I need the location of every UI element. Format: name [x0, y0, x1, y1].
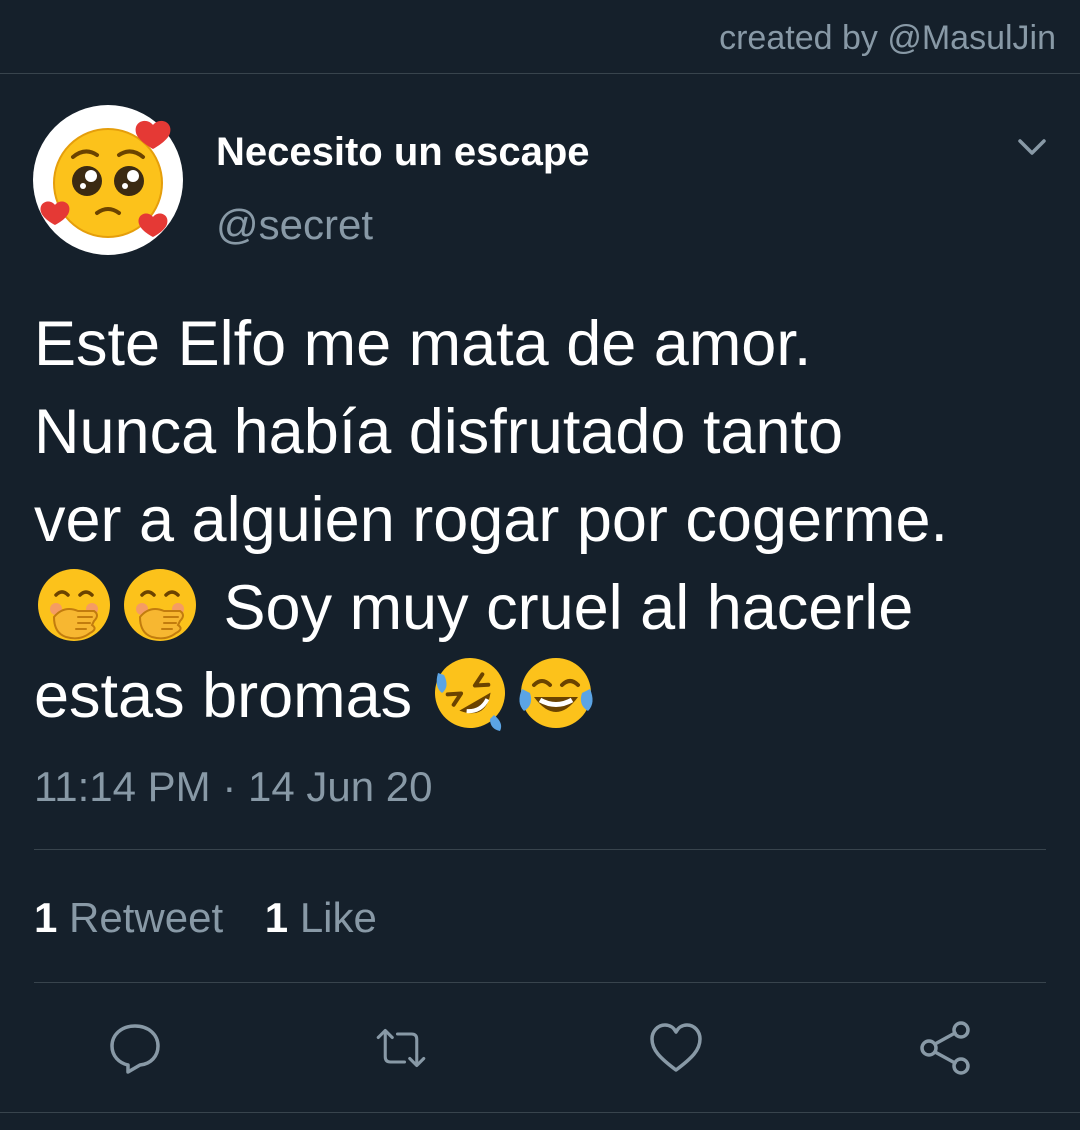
tweet-line-3: ver a alguien rogar por cogerme. [34, 485, 948, 555]
face-with-hand-over-mouth-icon [124, 569, 196, 641]
creator-credit: created by @MasulJin [719, 19, 1056, 57]
tweet-timestamp[interactable]: 11:14 PM · 14 Jun 20 [34, 762, 432, 812]
user-handle[interactable]: @secret [216, 200, 373, 250]
divider [0, 1112, 1080, 1113]
face-with-hand-over-mouth-icon [38, 569, 110, 641]
rolling-on-floor-laughing-icon [434, 658, 505, 731]
retweet-icon[interactable] [373, 1020, 429, 1076]
avatar[interactable] [33, 105, 183, 255]
retweet-label: Retweet [69, 894, 224, 941]
tweet-line-2: Nunca había disfrutado tanto [34, 397, 844, 467]
pleading-face-with-hearts-icon [40, 120, 171, 238]
retweet-count: 1 [34, 894, 58, 941]
tweet-line-5: estas bromas [34, 661, 413, 731]
tweet-line-4: Soy muy cruel al hacerle [223, 573, 914, 643]
display-name[interactable]: Necesito un escape [216, 128, 590, 176]
tweet-text: Este Elfo me mata de amor. Nunca había d… [34, 300, 1064, 740]
chevron-down-icon[interactable] [1014, 130, 1050, 166]
like-count: 1 [264, 894, 289, 941]
reply-icon[interactable] [107, 1020, 163, 1076]
face-with-tears-of-joy-icon [519, 658, 593, 728]
tweet-line-5-wrap: estas bromas [34, 652, 1064, 740]
divider [34, 849, 1046, 850]
share-icon[interactable] [917, 1020, 973, 1076]
tweet-line-1: Este Elfo me mata de amor. [34, 309, 812, 379]
like-stat[interactable]: 1 Like [265, 894, 377, 941]
tweet-stats: 1 Retweet 1 Like [34, 893, 407, 943]
like-label: Like [299, 894, 377, 941]
retweet-stat[interactable]: 1 Retweet [34, 894, 223, 941]
credit-bar: created by @MasulJin [0, 0, 1080, 74]
like-icon[interactable] [648, 1020, 704, 1076]
divider [34, 982, 1046, 983]
tweet-line-4-wrap: Soy muy cruel al hacerle [34, 564, 1064, 652]
